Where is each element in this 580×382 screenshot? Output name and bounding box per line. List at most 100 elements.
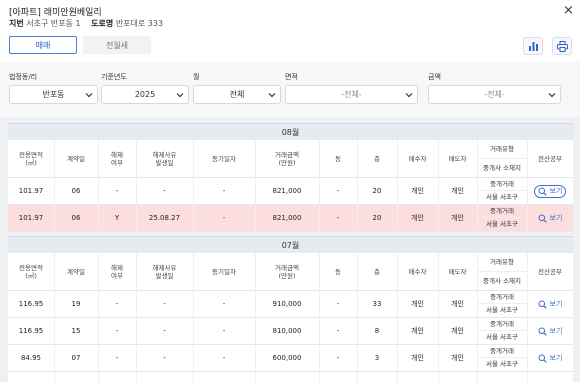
column-divider xyxy=(193,178,194,204)
column-divider xyxy=(438,291,439,317)
view-document-button[interactable]: 보기 xyxy=(535,213,566,224)
cell-price xyxy=(255,372,319,382)
header-cancel: 해제 여부 xyxy=(111,263,123,280)
cell-contract-day: 15 xyxy=(71,326,81,335)
broker-location-value: 서울 서초구 xyxy=(486,306,518,314)
header-cancel: 해제 여부 xyxy=(111,150,123,167)
search-icon xyxy=(538,300,547,309)
print-button[interactable] xyxy=(552,37,572,55)
column-divider xyxy=(357,178,358,204)
chevron-down-icon xyxy=(405,93,413,98)
column-divider xyxy=(98,291,99,317)
column-divider xyxy=(255,372,256,382)
header-seller: 매도자 xyxy=(448,154,467,163)
column-divider xyxy=(54,253,55,290)
dong-select[interactable]: 반포동 xyxy=(9,85,98,104)
column-divider xyxy=(136,372,137,382)
amount-select-value: -전체- xyxy=(484,90,505,99)
cell-registration-date: - xyxy=(222,299,226,308)
cell-document: 보기 xyxy=(527,178,573,204)
column-divider xyxy=(255,140,256,177)
view-document-button[interactable]: 보기 xyxy=(533,184,567,198)
address-line: 지번 서초구 반포동 1 도로명 반포대로 333 xyxy=(9,18,163,29)
column-divider xyxy=(319,140,320,177)
view-label: 보기 xyxy=(549,186,563,195)
header-cancel-date: 해제사유 발생일 xyxy=(152,150,177,167)
cell-buyer: 개인 xyxy=(411,299,424,308)
transaction-table: 08월 전용면적 (㎡) 계약일 해제 여부 해제사유 발생일 등기일자 거래금액 (만원)… xyxy=(0,117,580,382)
column-divider xyxy=(54,372,55,382)
column-divider xyxy=(438,372,439,382)
header-document: 전산공부 xyxy=(538,267,562,276)
cell-cancel-date: - xyxy=(163,326,166,335)
cell-dong: - xyxy=(336,186,340,195)
column-divider xyxy=(397,345,398,371)
column-divider xyxy=(357,345,358,371)
cell-document: 보기 xyxy=(527,345,573,371)
cell-area: 84.95 xyxy=(20,353,42,362)
view-document-button[interactable]: 보기 xyxy=(535,299,566,310)
chevron-down-icon xyxy=(548,93,556,98)
cell-seller xyxy=(438,372,477,382)
cell-contract-day: 19 xyxy=(71,299,81,308)
column-divider xyxy=(477,372,478,382)
trade-type-tabs: 매매 전월세 xyxy=(9,36,151,54)
header-price: 거래금액 (만원) xyxy=(275,263,299,280)
tab-sale[interactable]: 매매 xyxy=(9,36,77,54)
cell-cancel: - xyxy=(115,326,119,335)
header-floor: 층 xyxy=(374,154,380,163)
cell-dong xyxy=(319,372,357,382)
column-divider xyxy=(193,291,194,317)
area-filter-label: 면적 xyxy=(285,73,298,81)
cell-price: 821,000 xyxy=(272,186,302,195)
column-divider xyxy=(255,291,256,317)
chart-button[interactable] xyxy=(523,37,543,55)
bar-chart-icon xyxy=(528,42,538,51)
year-select[interactable]: 2025 xyxy=(101,85,189,104)
amount-filter-label: 금액 xyxy=(428,73,441,81)
print-icon xyxy=(556,40,568,52)
column-divider xyxy=(477,140,478,177)
column-divider xyxy=(54,318,55,344)
header-dong: 동 xyxy=(335,267,341,276)
cell-cancel: - xyxy=(115,299,119,308)
cell-price: 810,000 xyxy=(272,326,302,335)
column-divider xyxy=(54,345,55,371)
tab-rent[interactable]: 전월세 xyxy=(83,36,151,54)
header-floor: 층 xyxy=(374,267,380,276)
column-divider xyxy=(54,291,55,317)
column-divider xyxy=(255,253,256,290)
amount-select[interactable]: -전체- xyxy=(428,85,561,104)
column-divider xyxy=(357,318,358,344)
column-divider xyxy=(527,205,528,231)
column-divider xyxy=(136,345,137,371)
month-group-header: 07월 xyxy=(8,236,573,253)
cell-area: 116.95 xyxy=(18,299,44,308)
column-divider xyxy=(136,178,137,204)
close-icon[interactable]: × xyxy=(563,3,574,18)
cell-area xyxy=(8,372,54,382)
table-header-row: 전용면적 (㎡) 계약일 해제 여부 해제사유 발생일 등기일자 거래금액 (만원) 동 층 매… xyxy=(8,253,573,291)
detail-header: [아파트] 래미안원베일리 지번 서초구 반포동 1 도로명 반포대로 333 … xyxy=(0,0,580,62)
search-icon xyxy=(538,214,547,223)
view-document-button[interactable]: 보기 xyxy=(535,353,566,364)
column-divider xyxy=(319,253,320,290)
column-divider xyxy=(54,205,55,231)
cell-price: 821,000 xyxy=(272,213,302,222)
view-document-button[interactable]: 보기 xyxy=(535,326,566,337)
column-divider xyxy=(255,345,256,371)
column-divider xyxy=(54,140,55,177)
column-divider xyxy=(397,318,398,344)
month-filter-label: 월 xyxy=(193,73,200,81)
cell-registration-date: - xyxy=(222,186,226,195)
header-cancel-date: 해제사유 발생일 xyxy=(152,263,177,280)
column-divider xyxy=(255,318,256,344)
cell-dong: - xyxy=(336,353,340,362)
column-divider xyxy=(319,205,320,231)
month-select[interactable]: 전체 xyxy=(193,85,281,104)
column-divider xyxy=(477,291,478,317)
column-divider xyxy=(319,345,320,371)
area-select[interactable]: -전체- xyxy=(285,85,418,104)
column-divider xyxy=(193,140,194,177)
column-divider xyxy=(527,178,528,204)
